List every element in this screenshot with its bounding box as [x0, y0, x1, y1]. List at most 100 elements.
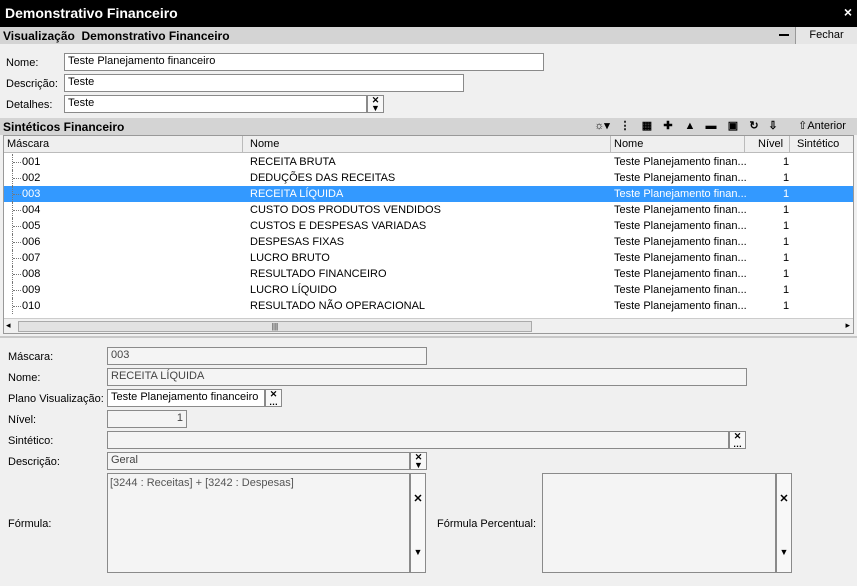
- anterior-button[interactable]: ⇧Anterior: [792, 119, 852, 133]
- col-nivel[interactable]: Nível: [758, 138, 783, 150]
- det-sintetico-label: Sintético:: [8, 435, 54, 447]
- cell-nome: CUSTO DOS PRODUTOS VENDIDOS: [250, 204, 441, 216]
- anterior-label: Anterior: [807, 120, 846, 132]
- table-row[interactable]: 004 CUSTO DOS PRODUTOS VENDIDOS Teste Plan…: [4, 202, 853, 218]
- close-icon[interactable]: ×: [844, 4, 852, 20]
- det-plano-field[interactable]: Teste Planejamento financeiro: [107, 389, 265, 407]
- formula-dropdown-icon[interactable]: ▼: [411, 547, 425, 557]
- window-title: Demonstrativo Financeiro: [5, 5, 178, 21]
- table-row[interactable]: 009 LUCRO LÍQUIDO Teste Planejamento finan…: [4, 282, 853, 298]
- det-descricao-field[interactable]: Geral: [107, 452, 410, 470]
- nome-label: Nome:: [6, 57, 39, 69]
- descricao-field[interactable]: Teste: [64, 74, 464, 92]
- cell-nome: LUCRO BRUTO: [250, 252, 330, 264]
- cell-nome: CUSTOS E DESPESAS VARIADAS: [250, 220, 427, 232]
- det-sintetico-field[interactable]: [107, 431, 729, 449]
- table-row[interactable]: 007 LUCRO BRUTO Teste Planejamento finan..…: [4, 250, 853, 266]
- cell-nome: DESPESAS FIXAS: [250, 236, 345, 248]
- table-row[interactable]: 005 CUSTOS E DESPESAS VARIADAS Teste Plane…: [4, 218, 853, 234]
- table-row[interactable]: 006 DESPESAS FIXAS Teste Planejamento fina…: [4, 234, 853, 250]
- det-formula-field[interactable]: [3244 : Receitas] + [3242 : Despesas]: [107, 473, 410, 573]
- view-options-icon[interactable]: ☼▾: [590, 119, 614, 133]
- table-row[interactable]: 002 DEDUÇÕES DAS RECEITAS Teste Planejamen…: [4, 170, 853, 186]
- nome-field[interactable]: Teste Planejamento financeiro: [64, 53, 544, 71]
- remove-icon[interactable]: ▬: [704, 119, 718, 133]
- det-mascara-label: Máscara:: [8, 351, 54, 363]
- cell-nivel: 1: [783, 300, 790, 312]
- cell-nivel: 1: [783, 252, 790, 264]
- table-row[interactable]: 008 RESULTADO FINANCEIRO Teste Planejament…: [4, 266, 853, 282]
- sinteticos-header: Sintéticos Financeiro ☼▾ ⋮ ▦ ✚ ▲ ▬ ▣ ↻ ⇩…: [0, 118, 857, 135]
- cell-nivel: 1: [783, 204, 790, 216]
- col-mascara[interactable]: Máscara: [7, 138, 49, 150]
- cell-plano: Teste Planejamento finan...: [614, 300, 747, 312]
- splitter[interactable]: [0, 336, 857, 338]
- scrollbar-thumb[interactable]: |||: [18, 321, 532, 332]
- table-row[interactable]: 001 RECEITA BRUTA Teste Planejamento finan…: [4, 154, 853, 170]
- cell-plano: Teste Planejamento finan...: [614, 284, 747, 296]
- scroll-right-icon[interactable]: ▸: [845, 320, 850, 331]
- cell-nivel: 1: [783, 220, 790, 232]
- cell-plano: Teste Planejamento finan...: [614, 236, 747, 248]
- det-formula-percentual-label: Fórmula Percentual:: [437, 518, 537, 530]
- cell-plano: Teste Planejamento finan...: [614, 252, 747, 264]
- col-nome[interactable]: Nome: [250, 138, 279, 150]
- cell-nome: RESULTADO NÃO OPERACIONAL: [250, 300, 426, 312]
- cell-mascara: 007: [22, 252, 41, 264]
- copy-icon[interactable]: ▣: [726, 119, 740, 133]
- cell-plano: Teste Planejamento finan...: [614, 188, 747, 200]
- cell-nome: DEDUÇÕES DAS RECEITAS: [250, 172, 396, 184]
- det-nivel-field[interactable]: 1: [107, 410, 187, 428]
- table-row[interactable]: 003 RECEITA LÍQUIDA Teste Planejamento fin…: [4, 186, 853, 202]
- cell-nome: RECEITA LÍQUIDA: [250, 188, 344, 200]
- cell-mascara: 004: [22, 204, 41, 216]
- visualizacao-label: Visualização: [3, 29, 75, 43]
- cell-nivel: 1: [783, 284, 790, 296]
- sintetico-clear-lookup[interactable]: ✕…: [729, 431, 746, 449]
- det-nivel-label: Nível:: [8, 414, 37, 426]
- tree-branch: [13, 162, 21, 163]
- add-icon[interactable]: ✚: [661, 119, 675, 133]
- cell-mascara: 008: [22, 268, 41, 280]
- cell-nivel: 1: [783, 236, 790, 248]
- table-row[interactable]: 010 RESULTADO NÃO OPERACIONAL Teste Planej…: [4, 298, 853, 314]
- descricao-label: Descrição:: [6, 78, 58, 90]
- formula-clear-icon[interactable]: ✕: [411, 492, 425, 505]
- cell-mascara: 003: [22, 188, 41, 200]
- sinteticos-grid[interactable]: Máscara Nome Nome Nível Sintético 001 REC…: [3, 135, 854, 334]
- tree-branch: [13, 274, 21, 275]
- tree-branch: [13, 178, 21, 179]
- cell-mascara: 001: [22, 156, 41, 168]
- grid-header: Máscara Nome Nome Nível Sintético: [4, 136, 853, 153]
- detalhes-field[interactable]: Teste: [64, 95, 367, 113]
- cell-nivel: 1: [783, 172, 790, 184]
- visualizacao-name: Demonstrativo Financeiro: [81, 29, 230, 43]
- det-mascara-field[interactable]: 003: [107, 347, 427, 365]
- plano-clear-lookup[interactable]: ✕…: [265, 389, 282, 407]
- formula-controls[interactable]: ✕ ▼: [410, 473, 426, 573]
- minimize-icon[interactable]: [778, 29, 790, 41]
- fechar-button[interactable]: Fechar: [795, 27, 857, 44]
- det-formula-percentual-field[interactable]: [542, 473, 776, 573]
- download-icon[interactable]: ⇩: [766, 119, 780, 133]
- cell-mascara: 010: [22, 300, 41, 312]
- scroll-left-icon[interactable]: ◂: [6, 320, 11, 331]
- descricao-clear-dropdown[interactable]: ✕ ▼: [410, 452, 427, 470]
- col-sintetico[interactable]: Sintético: [797, 138, 839, 150]
- tree-branch: [13, 226, 21, 227]
- cell-nivel: 1: [783, 188, 790, 200]
- tree-branch: [13, 306, 21, 307]
- det-nome-field[interactable]: RECEITA LÍQUIDA: [107, 368, 747, 386]
- horizontal-scrollbar[interactable]: ◂ ||| ▸: [4, 318, 853, 333]
- det-descricao-label: Descrição:: [8, 456, 60, 468]
- refresh-icon[interactable]: ↻: [747, 119, 761, 133]
- formula-percentual-clear-icon[interactable]: ✕: [777, 492, 791, 505]
- detalhes-clear-dropdown[interactable]: ✕ ▼: [367, 95, 384, 113]
- detalhes-label: Detalhes:: [6, 99, 53, 111]
- table-icon[interactable]: ▦: [639, 119, 655, 133]
- formula-percentual-controls[interactable]: ✕ ▼: [776, 473, 792, 573]
- col-plano-nome[interactable]: Nome: [614, 138, 643, 150]
- formula-percentual-dropdown-icon[interactable]: ▼: [777, 547, 791, 557]
- tree-expand-icon[interactable]: ⋮: [618, 119, 632, 133]
- move-up-icon[interactable]: ▲: [683, 119, 697, 133]
